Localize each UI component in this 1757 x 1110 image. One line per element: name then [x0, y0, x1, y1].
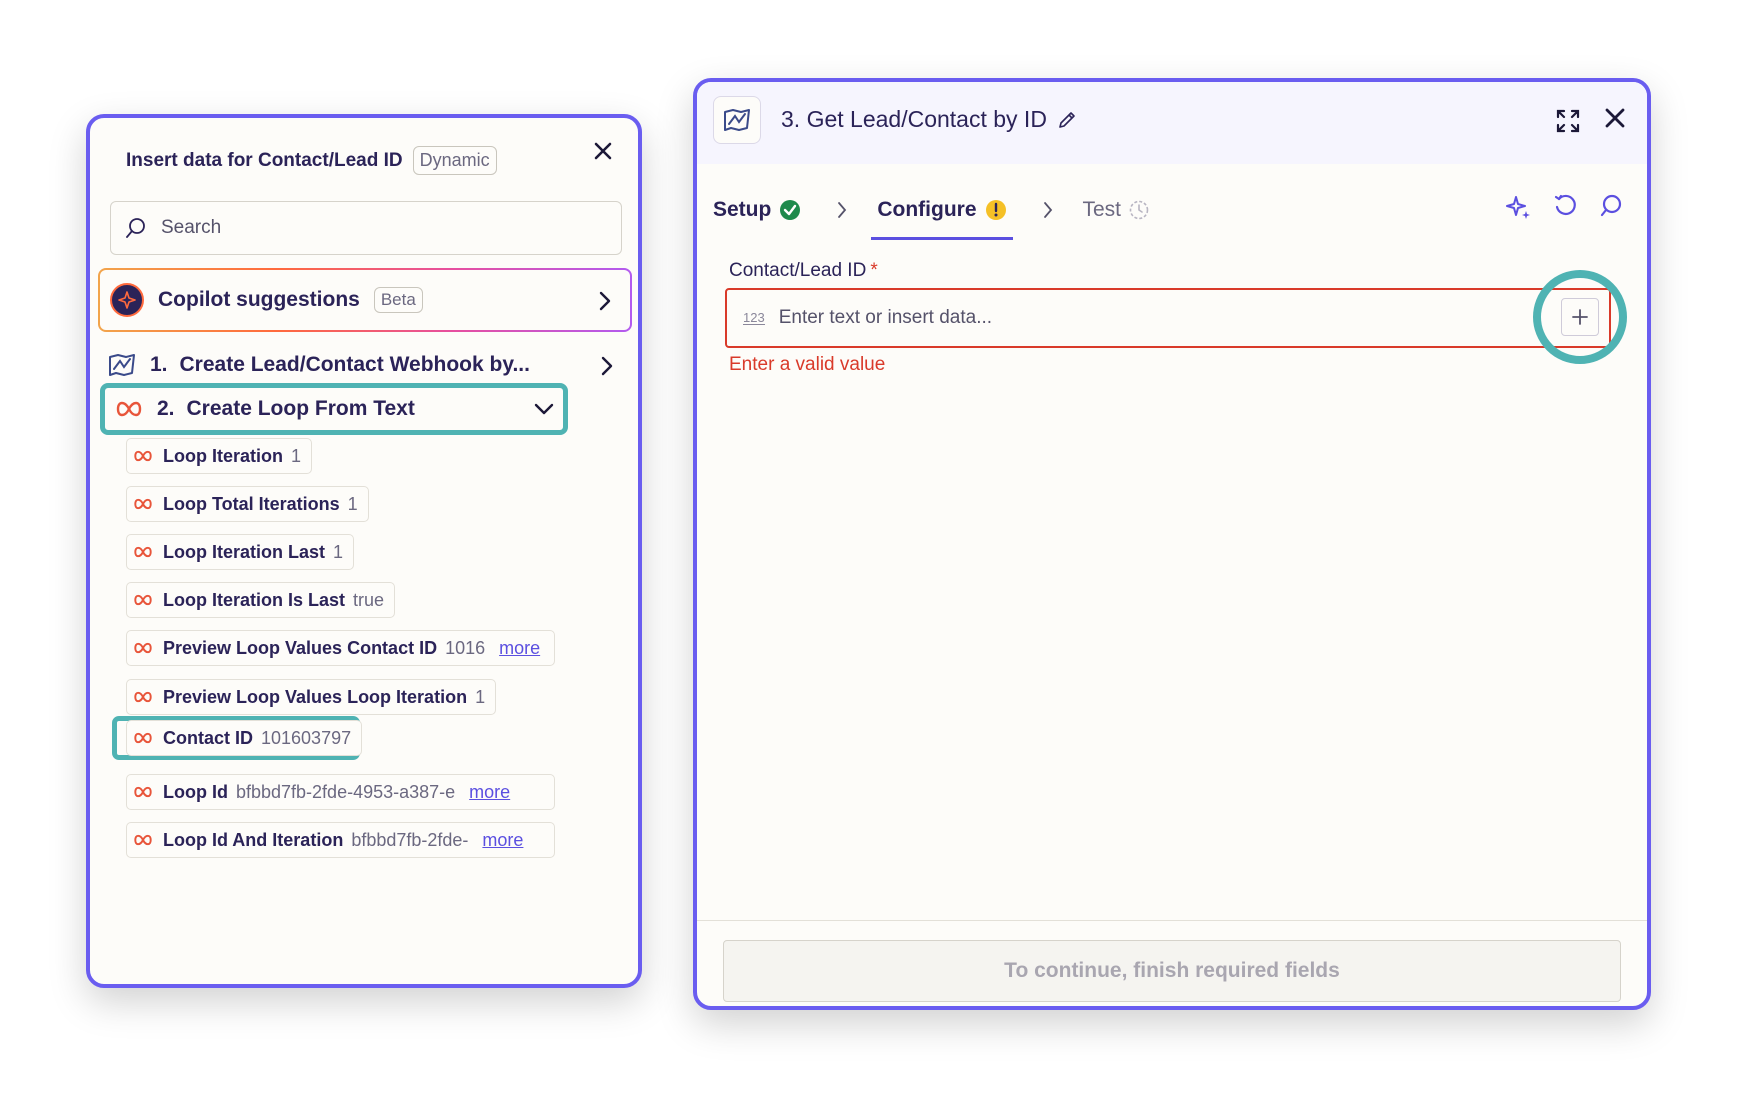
data-item-contact-id[interactable]: Contact ID 101603797 — [126, 720, 363, 756]
chevron-right-icon — [601, 356, 613, 376]
pending-clock-icon — [1129, 200, 1149, 220]
pencil-icon[interactable] — [1057, 110, 1077, 130]
sparkle-icon[interactable] — [1505, 194, 1531, 220]
field-label-text: Contact/Lead ID — [729, 260, 867, 281]
required-mark: * — [870, 260, 878, 281]
app-logo-icon — [109, 354, 135, 376]
item-value: 1 — [475, 686, 486, 707]
item-name: Contact ID — [163, 727, 253, 748]
data-item-loop-iteration-is-last[interactable]: Loop Iteration Is Last true — [126, 582, 396, 618]
tab-test-label: Test — [1082, 198, 1122, 221]
copilot-icon — [110, 283, 144, 317]
close-icon — [594, 142, 612, 160]
item-value: bfbbd7fb-2fde- — [351, 829, 469, 850]
data-item-preview-loop-values-contact-id[interactable]: Preview Loop Values Contact ID 1016 more — [126, 630, 555, 666]
chevron-right-icon — [838, 202, 847, 218]
loop-icon — [134, 834, 152, 846]
undo-icon[interactable] — [1553, 194, 1577, 218]
app-logo-icon — [713, 96, 761, 144]
item-name: Loop Id — [163, 781, 228, 802]
check-circle-icon — [780, 200, 801, 220]
more-link[interactable]: more — [482, 830, 523, 851]
insert-data-title: Insert data for Contact/Lead ID — [126, 149, 403, 171]
item-name: Loop Iteration Is Last — [163, 589, 346, 610]
data-item-preview-loop-values-loop-iteration[interactable]: Preview Loop Values Loop Iteration 1 — [126, 679, 497, 715]
tab-setup-label: Setup — [713, 198, 772, 221]
chevron-right-icon — [1043, 202, 1052, 218]
close-icon[interactable] — [1603, 106, 1627, 130]
tab-setup[interactable]: Setup — [713, 180, 801, 240]
step-editor-panel: 3. Get Lead/Contact by ID Setup Configur… — [693, 78, 1651, 1010]
tab-configure-label: Configure — [877, 198, 977, 221]
item-name: Loop Total Iterations — [163, 493, 340, 514]
step-2-number: 2. — [157, 397, 175, 420]
tab-test[interactable]: Test — [1083, 180, 1150, 240]
item-value: 1016 — [445, 637, 486, 658]
item-value: 1 — [291, 445, 302, 466]
loop-icon — [134, 450, 152, 462]
data-item-loop-iteration-last[interactable]: Loop Iteration Last 1 — [126, 534, 355, 570]
loop-icon — [134, 498, 152, 510]
step-1-number: 1. — [150, 353, 168, 376]
close-insert-data-button[interactable] — [588, 136, 618, 166]
loop-icon — [134, 786, 152, 798]
insert-data-header: Insert data for Contact/Lead ID Dynamic — [126, 146, 497, 175]
item-name: Loop Iteration — [163, 445, 283, 466]
item-value: true — [353, 589, 385, 610]
chevron-down-icon — [534, 403, 554, 415]
more-link[interactable]: more — [469, 782, 510, 803]
more-link[interactable]: more — [499, 638, 540, 659]
item-name: Preview Loop Values Loop Iteration — [163, 686, 468, 707]
loop-icon — [134, 732, 152, 744]
beta-badge: Beta — [373, 287, 423, 313]
loop-icon — [134, 642, 152, 654]
comment-icon[interactable] — [1599, 194, 1623, 218]
step-toolbar — [1505, 194, 1623, 220]
tab-configure[interactable]: Configure — [871, 180, 1013, 240]
step-2-row[interactable]: 2. Create Loop From Text — [100, 383, 568, 435]
continue-button[interactable]: To continue, finish required fields — [723, 940, 1621, 1002]
step-1-label: Create Lead/Contact Webhook by... — [179, 353, 530, 376]
loop-icon — [134, 546, 152, 558]
insert-data-button[interactable] — [1561, 298, 1599, 336]
copilot-label: Copilot suggestions — [158, 288, 360, 311]
item-name: Loop Id And Iteration — [163, 829, 344, 850]
step-header: 3. Get Lead/Contact by ID — [697, 82, 1647, 164]
loop-icon — [134, 691, 152, 703]
step-title-wrap: 3. Get Lead/Contact by ID — [781, 106, 1077, 133]
field-error-message: Enter a valid value — [729, 354, 886, 375]
chevron-right-icon — [599, 291, 611, 311]
data-item-loop-id[interactable]: Loop Id bfbbd7fb-2fde-4953-a387-e more — [126, 774, 555, 810]
item-name: Loop Iteration Last — [163, 541, 325, 562]
step-1-row[interactable]: 1. Create Lead/Contact Webhook by... — [108, 343, 628, 387]
item-value: 101603797 — [261, 727, 352, 748]
data-item-loop-iteration[interactable]: Loop Iteration 1 — [126, 438, 313, 474]
loop-icon — [116, 401, 142, 417]
contact-lead-id-input[interactable] — [778, 307, 1479, 329]
item-value: bfbbd7fb-2fde-4953-a387-e — [235, 781, 456, 802]
item-name: Preview Loop Values Contact ID — [163, 637, 438, 658]
data-item-loop-total-iterations[interactable]: Loop Total Iterations 1 — [126, 486, 369, 522]
plus-icon — [1572, 309, 1588, 325]
data-item-loop-id-and-iteration[interactable]: Loop Id And Iteration bfbbd7fb-2fde- mor… — [126, 822, 555, 858]
expand-icon[interactable] — [1555, 108, 1581, 134]
number-type-icon: 123 — [743, 310, 765, 325]
loop-icon — [134, 594, 152, 606]
dynamic-badge: Dynamic — [412, 146, 497, 175]
step-title: 3. Get Lead/Contact by ID — [781, 106, 1047, 132]
warning-icon — [985, 200, 1006, 220]
copilot-suggestions-row[interactable]: Copilot suggestions Beta — [98, 268, 632, 332]
step-tabs: Setup Configure Test — [713, 180, 1149, 240]
insert-data-panel: Insert data for Contact/Lead ID Dynamic … — [86, 114, 642, 988]
item-value: 1 — [347, 493, 358, 514]
footer-divider — [697, 920, 1647, 921]
search-field[interactable] — [110, 201, 622, 255]
step-2-label: Create Loop From Text — [186, 397, 415, 420]
item-value: 1 — [333, 541, 344, 562]
contact-lead-id-field[interactable]: 123 — [725, 288, 1611, 348]
search-input[interactable] — [161, 217, 581, 239]
search-icon — [126, 218, 145, 238]
contact-lead-id-label: Contact/Lead ID * — [729, 260, 878, 282]
